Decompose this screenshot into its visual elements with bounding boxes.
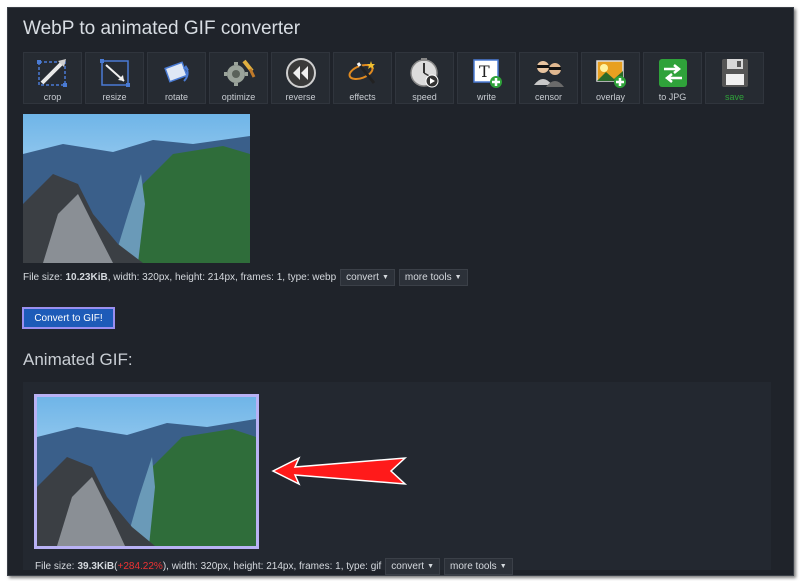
toolbar: crop resize rotate optimize reverse effe…: [23, 52, 764, 104]
write-icon: T: [472, 59, 502, 88]
tool-resize[interactable]: resize: [85, 52, 144, 104]
tool-label: effects: [349, 92, 376, 102]
file-size-value: 39.3KiB: [77, 561, 115, 572]
save-icon: [721, 59, 748, 87]
source-convert-dropdown[interactable]: convert ▼: [340, 269, 395, 286]
output-result-panel: File size: 39.3KiB (+284.22%), width: 32…: [23, 382, 771, 575]
more-tools-label: more tools: [450, 561, 497, 572]
tool-label: save: [724, 92, 744, 102]
source-image: [23, 114, 250, 263]
caret-down-icon: ▼: [499, 563, 507, 570]
convert-label: convert: [391, 561, 425, 572]
to-jpg-icon: [658, 59, 687, 87]
output-more-tools-dropdown[interactable]: more tools ▼: [444, 558, 513, 575]
output-convert-dropdown[interactable]: convert ▼: [385, 558, 440, 575]
tool-rotate[interactable]: rotate: [147, 52, 206, 104]
tool-reverse[interactable]: reverse: [271, 52, 330, 104]
source-file-info: File size: 10.23KiB , width: 320px, heig…: [23, 269, 468, 286]
tool-label: resize: [102, 92, 127, 102]
censor-icon: [533, 61, 564, 87]
output-section-title: Animated GIF:: [23, 350, 133, 369]
tool-label: write: [476, 92, 496, 102]
speed-icon: [409, 58, 438, 88]
tool-speed[interactable]: speed: [395, 52, 454, 104]
effects-icon: [348, 61, 375, 84]
tool-label: speed: [412, 92, 437, 102]
file-details: , width: 320px, height: 214px, frames: 1…: [107, 272, 337, 283]
caret-down-icon: ▼: [381, 274, 389, 281]
svg-text:T: T: [479, 62, 490, 81]
rotate-icon: [163, 61, 189, 83]
convert-to-gif-button[interactable]: Convert to GIF!: [22, 307, 115, 329]
page-title: WebP to animated GIF converter: [23, 18, 301, 39]
tool-effects[interactable]: effects: [333, 52, 392, 104]
tool-write[interactable]: T write: [457, 52, 516, 104]
reverse-icon: [285, 58, 316, 88]
tool-crop[interactable]: crop: [23, 52, 82, 104]
crop-icon: [36, 59, 67, 87]
converter-panel: WebP to animated GIF converter crop resi…: [7, 7, 794, 576]
tool-label: rotate: [164, 92, 188, 102]
output-gif-image: [34, 394, 259, 549]
tool-label: overlay: [595, 92, 625, 102]
source-more-tools-dropdown[interactable]: more tools ▼: [398, 269, 468, 286]
tool-save[interactable]: save: [705, 52, 764, 104]
tool-label: to JPG: [658, 92, 687, 102]
tool-optimize[interactable]: optimize: [209, 52, 268, 104]
tool-label: censor: [534, 92, 562, 102]
file-size-label: File size:: [23, 272, 63, 283]
file-details: ), width: 320px, height: 214px, frames: …: [162, 561, 382, 572]
tool-overlay[interactable]: overlay: [581, 52, 640, 104]
caret-down-icon: ▼: [454, 274, 462, 281]
output-file-info: File size: 39.3KiB (+284.22%), width: 32…: [35, 558, 513, 575]
red-arrow-annotation: [271, 456, 408, 486]
tool-label: reverse: [285, 92, 316, 102]
caret-down-icon: ▼: [427, 563, 434, 570]
optimize-icon: [223, 59, 255, 86]
tool-censor[interactable]: censor: [519, 52, 578, 104]
size-change-percent: +284.22%: [117, 561, 163, 572]
file-size-value: 10.23KiB: [65, 272, 108, 283]
resize-icon: [99, 59, 130, 87]
file-size-label: File size:: [35, 561, 75, 572]
tool-label: crop: [43, 92, 62, 102]
tool-to-jpg[interactable]: to JPG: [643, 52, 702, 104]
tool-label: optimize: [221, 92, 256, 102]
overlay-icon: [595, 60, 626, 88]
convert-label: convert: [346, 272, 379, 283]
more-tools-label: more tools: [404, 272, 452, 283]
